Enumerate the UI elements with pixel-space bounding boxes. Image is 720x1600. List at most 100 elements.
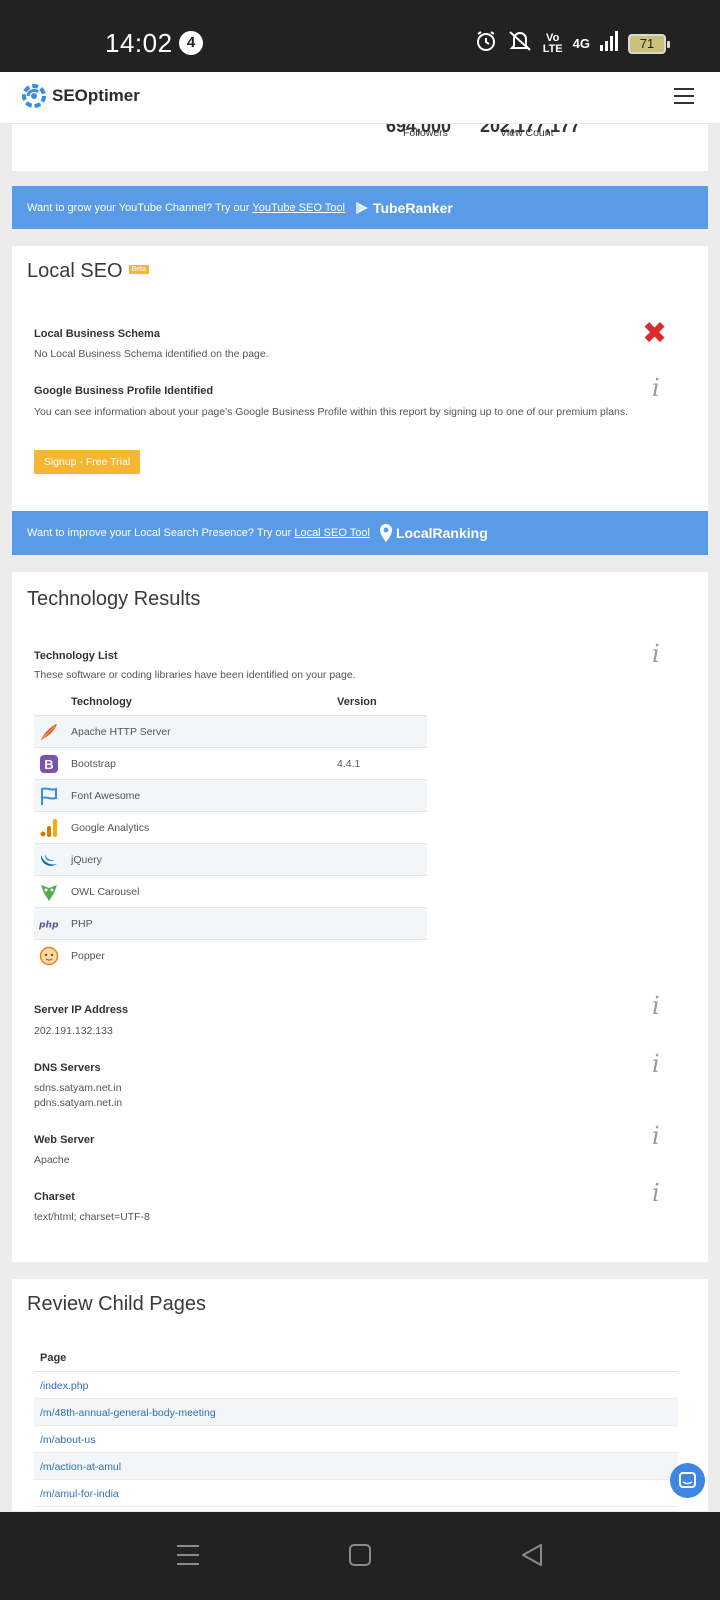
info-icon[interactable]: i [652, 992, 660, 1020]
location-pin-icon [379, 524, 392, 542]
dns-server-1: sdns.satyam.net.in [34, 1082, 122, 1094]
table-row: jQuery [34, 844, 427, 876]
technology-list-label: Technology List [34, 650, 118, 662]
logo-text: SEOptimer [52, 86, 140, 105]
close-icon: ✖ [642, 317, 668, 350]
gbp-label: Google Business Profile Identified [34, 385, 214, 397]
svg-text:B: B [44, 757, 53, 772]
local-business-schema-label: Local Business Schema [34, 328, 160, 340]
child-pages-title: Review Child Pages [27, 1293, 206, 1315]
col-page: Page [34, 1344, 678, 1372]
local-ranking-banner: Want to improve your Local Search Presen… [12, 511, 708, 555]
recent-apps-icon[interactable] [176, 1544, 200, 1566]
charset-value: text/html; charset=UTF-8 [34, 1211, 150, 1223]
chat-button[interactable] [670, 1463, 705, 1498]
dns-server-2: pdns.satyam.net.in [34, 1097, 123, 1109]
seoptimer-logo[interactable]: SEOptimer [20, 82, 140, 110]
localranking-logo[interactable]: LocalRanking [379, 524, 488, 542]
chat-icon [679, 1472, 696, 1488]
server-ip-value: 202.191.132.133 [34, 1025, 113, 1037]
server-ip-label: Server IP Address [34, 1004, 129, 1016]
signal-icon [600, 31, 618, 56]
tuberanker-text: TubeRanker [372, 199, 453, 216]
web-server-value: Apache [34, 1154, 70, 1166]
bootstrap-icon: B [40, 755, 58, 773]
tech-version: 4.4.1 [337, 758, 361, 770]
youtube-banner-text: Want to grow your YouTube Channel? Try o… [27, 201, 250, 214]
local-seo-tool-link[interactable]: Local SEO Tool [294, 527, 370, 539]
tuberanker-logo[interactable]: TubeRanker [354, 200, 453, 216]
technology-list-text: These software or coding libraries have … [34, 669, 356, 681]
table-row: php PHP [34, 908, 427, 940]
table-row: Font Awesome [34, 780, 427, 812]
volte-indicator: Vo LTE [542, 31, 563, 55]
youtube-banner: Want to grow your YouTube Channel? Try o… [12, 186, 708, 229]
technology-table: Technology Version Apache HTTP Server B … [34, 688, 427, 972]
info-icon[interactable]: i [652, 1179, 660, 1207]
logo-gear-icon [22, 84, 46, 108]
technology-results-panel: Technology Results Technology List i The… [12, 572, 708, 1262]
info-icon[interactable]: i [652, 374, 660, 402]
local-business-schema-text: No Local Business Schema identified on t… [34, 348, 269, 360]
google-analytics-icon [40, 819, 57, 837]
tech-name: Popper [71, 950, 105, 962]
localranking-text: LocalRanking [395, 525, 488, 541]
tech-name: Google Analytics [71, 822, 150, 834]
info-icon[interactable]: i [652, 1050, 660, 1078]
menu-icon[interactable] [674, 88, 694, 104]
alarm-icon [475, 30, 497, 57]
tech-name: Apache HTTP Server [71, 726, 171, 738]
table-row: Popper [34, 940, 427, 972]
youtube-seo-tool-link[interactable]: YouTube SEO Tool [252, 202, 345, 214]
table-row: Apache HTTP Server [34, 716, 427, 748]
child-page-link[interactable]: /m/about-us [34, 1426, 678, 1453]
tech-name: jQuery [71, 854, 102, 866]
tuberanker-icon [355, 201, 368, 214]
tech-name: PHP [71, 918, 93, 930]
local-seo-title: Local SEO Beta [27, 260, 150, 283]
local-banner-text: Want to improve your Local Search Presen… [27, 527, 292, 539]
info-icon[interactable]: i [652, 1122, 660, 1150]
status-time: 14:02 [105, 28, 173, 58]
system-nav-bar [0, 1512, 720, 1600]
technology-table-header: Technology Version [34, 688, 427, 716]
col-technology: Technology [71, 696, 132, 708]
status-bar: 14:02 4 Vo LTE 4G 71 [0, 0, 720, 72]
col-version: Version [337, 696, 377, 708]
back-icon[interactable] [520, 1543, 544, 1567]
table-row: OWL Carousel [34, 876, 427, 908]
battery-icon: 71 [628, 34, 670, 54]
mute-icon [507, 30, 533, 57]
dns-servers-label: DNS Servers [34, 1062, 101, 1074]
app-header: SEOptimer [0, 72, 720, 124]
child-pages-table: Page /index.php /m/48th-annual-general-b… [34, 1344, 678, 1507]
apache-feather-icon [41, 724, 57, 740]
child-page-link[interactable]: /m/amul-for-india [34, 1480, 678, 1507]
gbp-text: You can see information about your page'… [34, 406, 629, 418]
web-server-label: Web Server [34, 1134, 95, 1146]
popper-icon [39, 946, 59, 966]
local-seo-heading: Local SEO [27, 260, 123, 282]
notification-badge: 4 [179, 31, 203, 55]
info-icon[interactable]: i [652, 640, 660, 668]
beta-badge: Beta [128, 265, 150, 274]
signup-free-trial-button[interactable]: Signup - Free Trial [34, 450, 140, 474]
child-pages-panel: Review Child Pages Page /index.php /m/48… [12, 1279, 708, 1511]
tech-name: OWL Carousel [71, 886, 140, 898]
tech-name: Font Awesome [71, 790, 141, 802]
child-page-link[interactable]: /m/48th-annual-general-body-meeting [34, 1399, 678, 1426]
child-page-link[interactable]: /m/action-at-amul [34, 1453, 678, 1480]
svg-text:php: php [39, 921, 59, 931]
local-seo-panel: Local SEO Beta Local Business Schema No L… [12, 246, 708, 511]
table-row: Google Analytics [34, 812, 427, 844]
home-icon[interactable] [348, 1543, 372, 1567]
network-type: 4G [572, 36, 590, 51]
owl-carousel-icon [41, 885, 57, 901]
child-page-link[interactable]: /index.php [34, 1372, 678, 1399]
technology-results-title: Technology Results [27, 588, 201, 610]
charset-label: Charset [34, 1191, 75, 1203]
jquery-icon [40, 854, 57, 866]
font-awesome-flag-icon [41, 787, 57, 805]
table-row: B Bootstrap 4.4.1 [34, 748, 427, 780]
php-icon: php [39, 921, 59, 931]
